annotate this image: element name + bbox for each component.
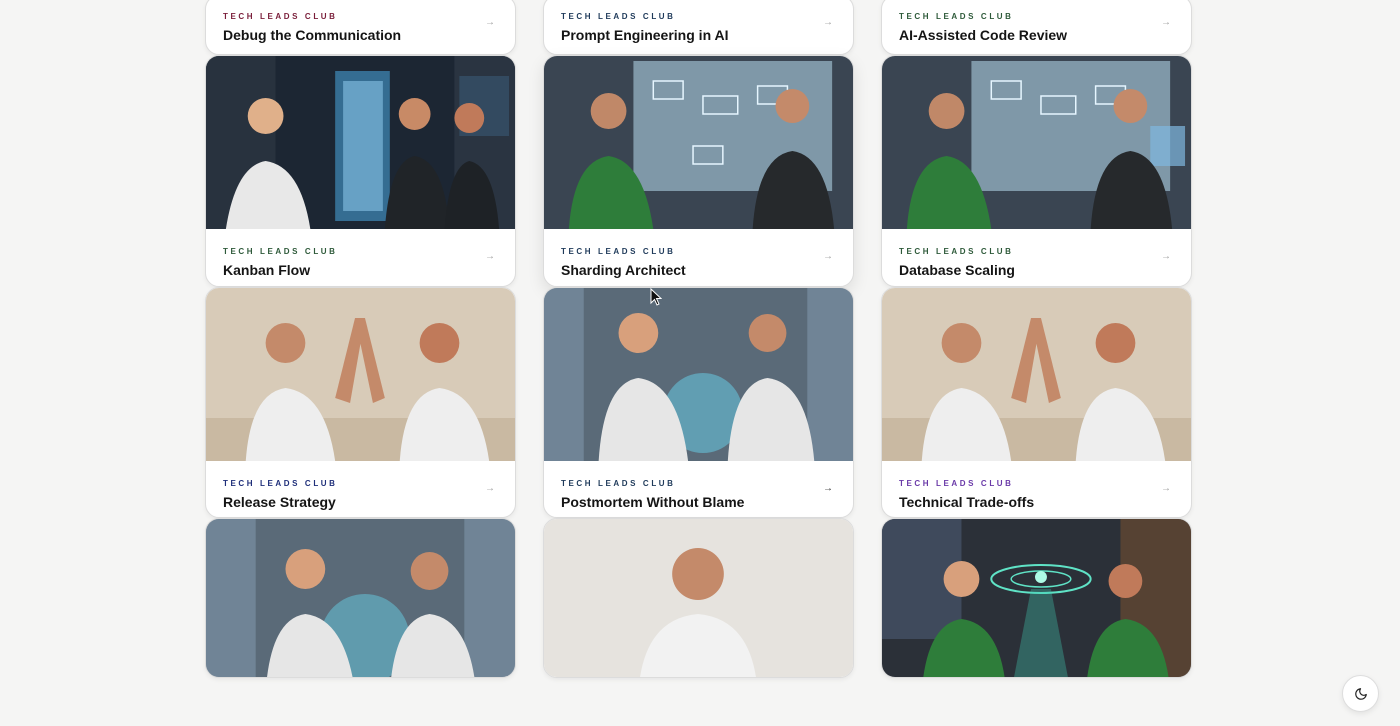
card-eyebrow: TECH LEADS CLUB bbox=[223, 479, 338, 488]
card-eyebrow: TECH LEADS CLUB bbox=[223, 247, 338, 256]
card-title: Debug the Communication bbox=[223, 27, 402, 43]
course-grid: TECH LEADS CLUB Debug the Communication … bbox=[205, 0, 1193, 678]
card-body: TECH LEADS CLUB Debug the Communication … bbox=[206, 0, 515, 54]
course-card[interactable]: TECH LEADS CLUB AI-Assisted Code Review … bbox=[881, 0, 1192, 55]
card-eyebrow: TECH LEADS CLUB bbox=[899, 479, 1014, 488]
arrow-right-icon: → bbox=[1161, 251, 1171, 262]
arrow-right-icon: → bbox=[485, 251, 495, 262]
card-eyebrow: TECH LEADS CLUB bbox=[561, 12, 676, 21]
card-eyebrow: TECH LEADS CLUB bbox=[223, 12, 338, 21]
course-card[interactable]: TECH LEADS CLUB Prompt Engineering in AI… bbox=[543, 0, 854, 55]
card-title: Release Strategy bbox=[223, 494, 336, 510]
arrow-right-icon: → bbox=[485, 483, 495, 494]
card-image bbox=[544, 56, 853, 229]
card-title: Sharding Architect bbox=[561, 262, 686, 278]
moon-icon bbox=[1354, 687, 1368, 701]
card-image bbox=[206, 288, 515, 461]
course-card[interactable]: TECH LEADS CLUB Release Strategy → bbox=[205, 287, 516, 518]
card-body: TECH LEADS CLUB Kanban Flow → bbox=[206, 229, 515, 286]
course-card[interactable] bbox=[543, 518, 854, 678]
course-card[interactable]: TECH LEADS CLUB Sharding Architect → bbox=[543, 55, 854, 287]
card-body: TECH LEADS CLUB Sharding Architect → bbox=[544, 229, 853, 286]
course-card[interactable] bbox=[205, 518, 516, 678]
card-body: TECH LEADS CLUB AI-Assisted Code Review … bbox=[882, 0, 1191, 54]
course-card[interactable]: TECH LEADS CLUB Technical Trade-offs → bbox=[881, 287, 1192, 518]
arrow-right-icon: → bbox=[1161, 483, 1171, 494]
card-image bbox=[544, 288, 853, 461]
card-eyebrow: TECH LEADS CLUB bbox=[899, 12, 1014, 21]
theme-toggle-button[interactable] bbox=[1342, 675, 1379, 712]
arrow-right-icon: → bbox=[823, 251, 833, 262]
card-image bbox=[544, 519, 853, 677]
card-image bbox=[882, 288, 1191, 461]
card-body: TECH LEADS CLUB Database Scaling → bbox=[882, 229, 1191, 286]
card-eyebrow: TECH LEADS CLUB bbox=[561, 247, 676, 256]
card-title: Postmortem Without Blame bbox=[561, 494, 745, 510]
card-image bbox=[882, 519, 1191, 677]
card-body: TECH LEADS CLUB Prompt Engineering in AI… bbox=[544, 0, 853, 54]
course-card[interactable] bbox=[881, 518, 1192, 678]
arrow-right-icon: → bbox=[485, 17, 495, 28]
card-title: AI-Assisted Code Review bbox=[899, 27, 1068, 43]
arrow-right-icon: → bbox=[823, 483, 833, 494]
card-eyebrow: TECH LEADS CLUB bbox=[561, 479, 676, 488]
card-body: TECH LEADS CLUB Postmortem Without Blame… bbox=[544, 461, 853, 517]
card-body: TECH LEADS CLUB Technical Trade-offs → bbox=[882, 461, 1191, 517]
card-image bbox=[206, 56, 515, 229]
card-title: Technical Trade-offs bbox=[899, 494, 1035, 510]
card-image bbox=[882, 56, 1191, 229]
card-body: TECH LEADS CLUB Release Strategy → bbox=[206, 461, 515, 517]
card-title: Kanban Flow bbox=[223, 262, 311, 278]
course-card[interactable]: TECH LEADS CLUB Debug the Communication … bbox=[205, 0, 516, 55]
card-title: Database Scaling bbox=[899, 262, 1015, 278]
course-card[interactable]: TECH LEADS CLUB Database Scaling → bbox=[881, 55, 1192, 287]
arrow-right-icon: → bbox=[823, 17, 833, 28]
card-title: Prompt Engineering in AI bbox=[561, 27, 729, 43]
card-image bbox=[206, 519, 515, 677]
course-card[interactable]: TECH LEADS CLUB Postmortem Without Blame… bbox=[543, 287, 854, 518]
course-card[interactable]: TECH LEADS CLUB Kanban Flow → bbox=[205, 55, 516, 287]
arrow-right-icon: → bbox=[1161, 17, 1171, 28]
card-eyebrow: TECH LEADS CLUB bbox=[899, 247, 1014, 256]
